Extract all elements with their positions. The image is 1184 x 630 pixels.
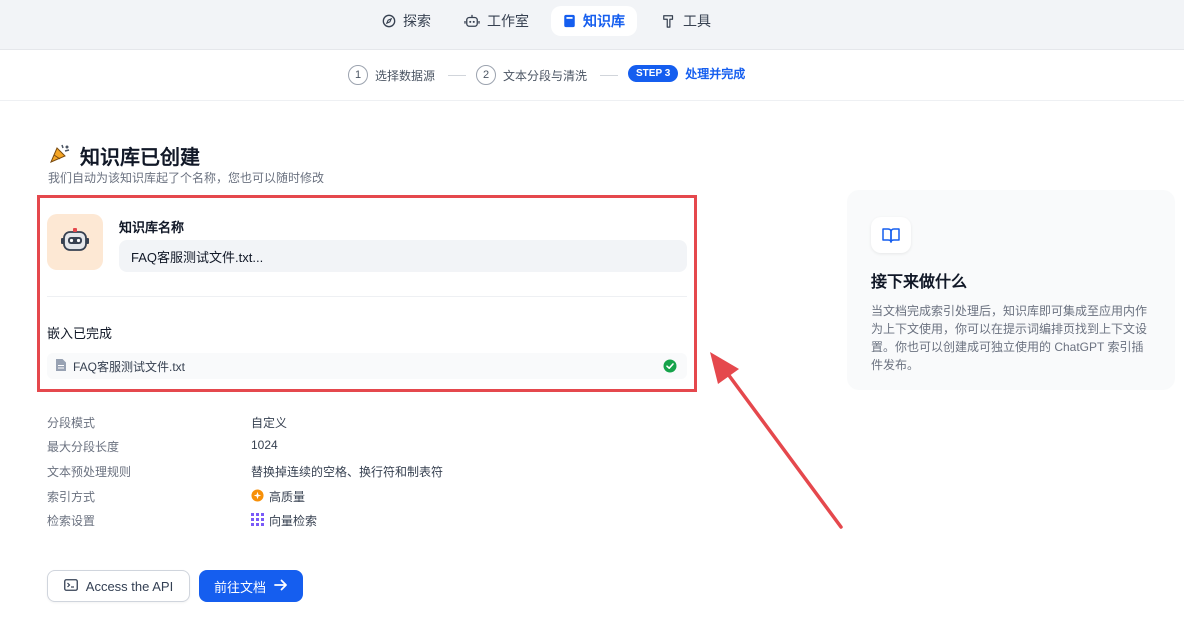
setting-key: 文本预处理规则 bbox=[47, 465, 132, 479]
step-1: 1 选择数据源 bbox=[348, 65, 435, 85]
setting-value-text: 向量检索 bbox=[269, 514, 318, 528]
setting-value-text: 替换掉连续的空格、换行符和制表符 bbox=[251, 465, 444, 479]
setting-key: 最大分段长度 bbox=[47, 440, 120, 454]
next-steps-description: 当文档完成索引处理后，知识库即可集成至应用内作为上下文使用，你可以在提示词编排页… bbox=[871, 304, 1148, 372]
hammer-icon bbox=[662, 14, 676, 28]
nav-label: 工具 bbox=[683, 13, 711, 29]
avatar[interactable] bbox=[47, 214, 103, 270]
steps-bar: 1 选择数据源 2 文本分段与清洗 STEP 3 处理并完成 bbox=[0, 51, 1184, 101]
arrow-right-icon bbox=[274, 579, 288, 594]
step-number: 2 bbox=[476, 65, 496, 85]
next-steps-card: 接下来做什么 当文档完成索引处理后，知识库即可集成至应用内作为上下文使用，你可以… bbox=[847, 190, 1175, 390]
setting-value: 向量检索 bbox=[251, 512, 317, 529]
file-icon bbox=[55, 358, 67, 375]
party-popper-icon bbox=[48, 142, 72, 170]
step-2: 2 文本分段与清洗 bbox=[476, 65, 587, 85]
step-3: STEP 3 处理并完成 bbox=[628, 65, 745, 82]
go-to-docs-label: 前往文档 bbox=[213, 579, 266, 595]
setting-key: 检索设置 bbox=[47, 514, 96, 528]
terminal-icon bbox=[63, 578, 78, 594]
nav-item-tools[interactable]: 工具 bbox=[650, 6, 723, 36]
check-circle-icon bbox=[663, 359, 677, 376]
open-book-icon bbox=[871, 217, 911, 253]
nav-item-knowledge[interactable]: 知识库 bbox=[551, 6, 637, 36]
page-subtitle: 我们自动为该知识库起了个名称，您也可以随时修改 bbox=[48, 171, 325, 185]
setting-value-text: 自定义 bbox=[251, 416, 288, 430]
book-icon bbox=[563, 14, 576, 28]
setting-value-text: 1024 bbox=[251, 438, 278, 452]
access-api-button[interactable]: Access the API bbox=[47, 570, 190, 602]
nav-label: 探索 bbox=[403, 13, 431, 29]
setting-key: 索引方式 bbox=[47, 490, 96, 504]
next-steps-title: 接下来做什么 bbox=[871, 274, 968, 291]
top-nav: 探索 工作室 知识库 工具 bbox=[0, 0, 1184, 50]
step-number: 1 bbox=[348, 65, 368, 85]
embed-status-title: 嵌入已完成 bbox=[47, 326, 113, 341]
setting-key: 分段模式 bbox=[47, 416, 96, 430]
page-title-text: 知识库已创建 bbox=[80, 147, 200, 169]
kb-name-input[interactable] bbox=[119, 240, 687, 272]
file-row: FAQ客服测试文件.txt bbox=[47, 353, 687, 379]
step-divider bbox=[600, 75, 618, 76]
nav-item-explore[interactable]: 探索 bbox=[370, 6, 443, 36]
page-title: 知识库已创建 bbox=[48, 141, 200, 170]
divider bbox=[47, 296, 687, 297]
setting-value: 高质量 bbox=[251, 488, 305, 505]
setting-value-text: 高质量 bbox=[269, 490, 306, 504]
step-label: 处理并完成 bbox=[685, 67, 746, 81]
file-name: FAQ客服测试文件.txt bbox=[73, 359, 186, 374]
access-api-label: Access the API bbox=[85, 578, 174, 594]
setting-value: 替换掉连续的空格、换行符和制表符 bbox=[251, 463, 443, 480]
step-badge: STEP 3 bbox=[628, 65, 679, 82]
step-divider bbox=[448, 75, 466, 76]
nav-label: 工作室 bbox=[487, 13, 529, 29]
step-label: 选择数据源 bbox=[375, 68, 436, 83]
grid-icon bbox=[251, 512, 264, 529]
nav-label: 知识库 bbox=[583, 13, 625, 29]
kb-name-label: 知识库名称 bbox=[119, 220, 185, 235]
nav-item-studio[interactable]: 工作室 bbox=[452, 6, 541, 36]
setting-value: 1024 bbox=[251, 438, 278, 452]
robot-avatar-icon bbox=[60, 225, 90, 260]
setting-value: 自定义 bbox=[251, 414, 287, 431]
robot-icon bbox=[464, 14, 480, 28]
go-to-docs-button[interactable]: 前往文档 bbox=[199, 570, 303, 602]
compass-icon bbox=[382, 14, 396, 28]
orange-star-icon bbox=[251, 488, 264, 505]
step-label: 文本分段与清洗 bbox=[503, 68, 588, 83]
